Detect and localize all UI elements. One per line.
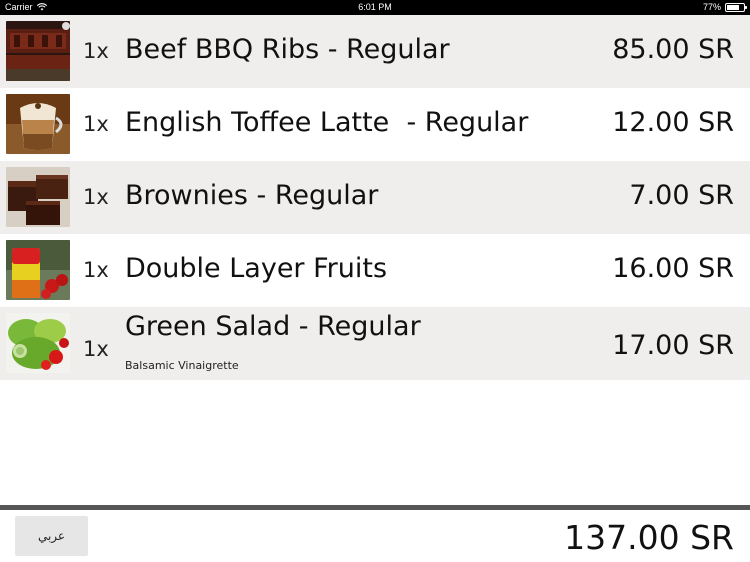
item-name: Beef BBQ Ribs - Regular [125,34,450,65]
order-total: 137.00 SR [564,518,734,557]
item-name: English Toffee Latte - Regular [125,107,529,138]
item-quantity: 1x [83,39,109,63]
green-salad-photo-icon [6,313,70,373]
item-quantity: 1x [83,185,109,209]
item-price: 17.00 SR [612,330,734,361]
order-row[interactable]: 1x Beef BBQ Ribs - Regular 85.00 SR [0,15,750,88]
battery-percent: 77% [702,2,721,12]
item-name: Green Salad - Regular [125,311,421,342]
fruit-drink-photo-icon [6,240,70,300]
item-quantity: 1x [83,258,109,282]
item-name: Double Layer Fruits [125,253,388,284]
status-bar: Carrier 6:01 PM 77% [0,0,750,15]
battery-group: 77% [702,2,747,12]
order-row[interactable]: 1x Green Salad - Regular Balsamic Vinaig… [0,307,750,380]
order-row[interactable]: 1x Double Layer Fruits 16.00 SR [0,234,750,307]
footer: عربي 137.00 SR [0,510,750,562]
bbq-ribs-photo-icon [6,21,70,81]
order-list[interactable]: 1x Beef BBQ Ribs - Regular 85.00 SR 1x E… [0,15,750,380]
order-row[interactable]: 1x Brownies - Regular 7.00 SR [0,161,750,234]
order-row[interactable]: 1x English Toffee Latte - Regular 12.00 … [0,88,750,161]
item-name: Brownies - Regular [125,180,379,211]
brownies-photo-icon [6,167,70,227]
toffee-latte-photo-icon [6,94,70,154]
battery-fill [727,4,740,10]
battery-icon [725,2,747,12]
item-price: 12.00 SR [612,107,734,138]
language-toggle-button[interactable]: عربي [15,516,88,556]
clock: 6:01 PM [358,2,392,12]
item-quantity: 1x [83,337,109,361]
item-modifier: Balsamic Vinaigrette [125,359,239,372]
item-price: 16.00 SR [612,253,734,284]
item-price: 85.00 SR [612,34,734,65]
item-price: 7.00 SR [629,180,734,211]
item-quantity: 1x [83,112,109,136]
